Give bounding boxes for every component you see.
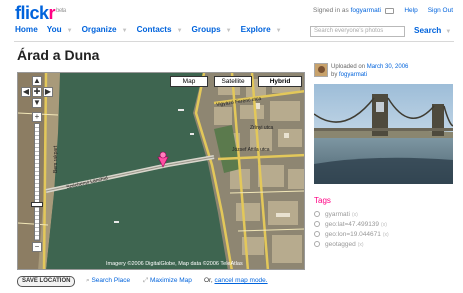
page: flickrbeta Signed in as fogyarmati Help … (0, 0, 463, 293)
street-label: Bem rakpart (53, 145, 59, 173)
search-place-link[interactable]: ⌕ Search Place (86, 277, 130, 285)
pan-south-icon[interactable]: ▼ (32, 98, 42, 108)
tag-label[interactable]: geotagged (325, 241, 356, 248)
tag-icon (314, 231, 320, 237)
map-imagery (18, 73, 304, 269)
uploader-link[interactable]: fogyarmati (339, 72, 367, 78)
header-divider (14, 41, 454, 42)
flickr-logo[interactable]: flickrbeta (15, 3, 66, 24)
upload-info: Uploaded on March 30, 2006 by fogyarmati (331, 63, 408, 79)
pan-center-icon[interactable]: ✚ (32, 87, 42, 97)
search-label: Search (414, 26, 442, 35)
map-type-hybrid-button[interactable]: Hybrid (258, 76, 302, 87)
cancel-map-mode: Or, cancel map mode. (204, 277, 268, 284)
remove-tag-icon[interactable]: (x) (352, 212, 358, 218)
pan-north-icon[interactable]: ▲ (32, 76, 42, 86)
zoom-out-icon[interactable]: − (32, 242, 42, 252)
chevron-down-icon[interactable]: ▼ (67, 28, 73, 34)
remove-tag-icon[interactable]: (x) (358, 242, 364, 248)
tag-label[interactable]: geo:lat=47.499139 (325, 221, 379, 228)
search-place-label[interactable]: Search Place (91, 277, 130, 284)
chevron-down-icon[interactable]: ▼ (445, 29, 451, 35)
street-label: Zrínyi utca (250, 125, 274, 131)
by-label: by (331, 72, 338, 78)
chevron-down-icon[interactable]: ▼ (276, 28, 282, 34)
tag-icon (314, 221, 320, 227)
nav-label: Home (15, 25, 38, 34)
remove-tag-icon[interactable]: (x) (383, 232, 389, 238)
nav-you[interactable]: You ▼ (47, 25, 73, 34)
page-title: Árad a Duna (17, 47, 100, 63)
logo-text: flick (15, 3, 49, 23)
nav-contacts[interactable]: Contacts ▼ (137, 25, 183, 34)
uploaded-label: Uploaded on (331, 64, 366, 70)
mail-icon[interactable] (385, 8, 395, 14)
tag-item[interactable]: geo:lon=19.044671 (x) (314, 230, 389, 238)
nav-label: You (46, 25, 62, 34)
search-button[interactable]: Search ▼ (414, 26, 451, 35)
nav-home[interactable]: Home (15, 25, 38, 34)
nav-label: Explore (240, 25, 271, 34)
map-copyright: Imagery ©2006 DigitalGlobe, Map data ©20… (106, 261, 243, 267)
logo-accent: r (48, 3, 56, 23)
nav-groups[interactable]: Groups ▼ (192, 25, 232, 34)
help-link[interactable]: Help (404, 7, 417, 14)
photo-thumbnail[interactable] (314, 84, 453, 184)
avatar[interactable] (314, 63, 328, 77)
map-type-map-button[interactable]: Map (170, 76, 208, 87)
or-label: Or, (204, 277, 213, 284)
zoom-slider-handle[interactable] (31, 202, 43, 207)
street-label: József Attila utca (232, 147, 270, 153)
save-location-button[interactable]: SAVE LOCATION (17, 276, 76, 287)
top-links: Help Sign Out (385, 7, 453, 14)
tag-label[interactable]: geo:lon=19.044671 (325, 231, 381, 238)
main-nav: Home You ▼ Organize ▼ Contacts ▼ Groups ▼ Ex… (15, 25, 291, 34)
nav-organize[interactable]: Organize ▼ (82, 25, 128, 34)
chevron-down-icon[interactable]: ▼ (226, 28, 232, 34)
pan-east-icon[interactable]: ▶ (43, 87, 53, 97)
tags-heading: Tags (314, 196, 331, 205)
tag-label[interactable]: gyarmati (325, 211, 350, 218)
tag-icon (314, 211, 320, 217)
sign-out-link[interactable]: Sign Out (428, 7, 453, 14)
username-link[interactable]: fogyarmati (351, 7, 381, 14)
search-input[interactable]: Search everyone's photos (310, 26, 405, 37)
maximize-map-link[interactable]: ⤢ Maximize Map (143, 277, 192, 285)
tag-icon (314, 241, 320, 247)
signed-in-status: Signed in as fogyarmati (313, 7, 381, 14)
chevron-down-icon[interactable]: ▼ (122, 28, 128, 34)
cancel-map-mode-link[interactable]: cancel map mode. (214, 277, 267, 284)
upload-date-link[interactable]: March 30, 2006 (367, 64, 409, 70)
tag-item[interactable]: geotagged (x) (314, 240, 364, 248)
remove-tag-icon[interactable]: (x) (381, 222, 387, 228)
bridge-photo (314, 84, 453, 184)
beta-badge: beta (56, 8, 66, 14)
nav-explore[interactable]: Explore ▼ (241, 25, 282, 34)
nav-label: Groups (191, 25, 221, 34)
maximize-icon: ⤢ (143, 277, 151, 284)
nav-label: Organize (81, 25, 117, 34)
map-view[interactable]: Bem rakpart Széchenyi Lánchíd Vigyázó Fe… (17, 72, 305, 270)
zoom-slider-track[interactable] (34, 123, 40, 241)
nav-label: Contacts (136, 25, 172, 34)
tag-item[interactable]: geo:lat=47.499139 (x) (314, 220, 387, 228)
zoom-in-icon[interactable]: + (32, 112, 42, 122)
tag-item[interactable]: gyarmati (x) (314, 210, 358, 218)
chevron-down-icon[interactable]: ▼ (177, 28, 183, 34)
pan-west-icon[interactable]: ◀ (21, 87, 31, 97)
map-type-satellite-button[interactable]: Satellite (214, 76, 252, 87)
signed-in-label: Signed in as (313, 7, 349, 14)
maximize-map-label[interactable]: Maximize Map (150, 277, 192, 284)
